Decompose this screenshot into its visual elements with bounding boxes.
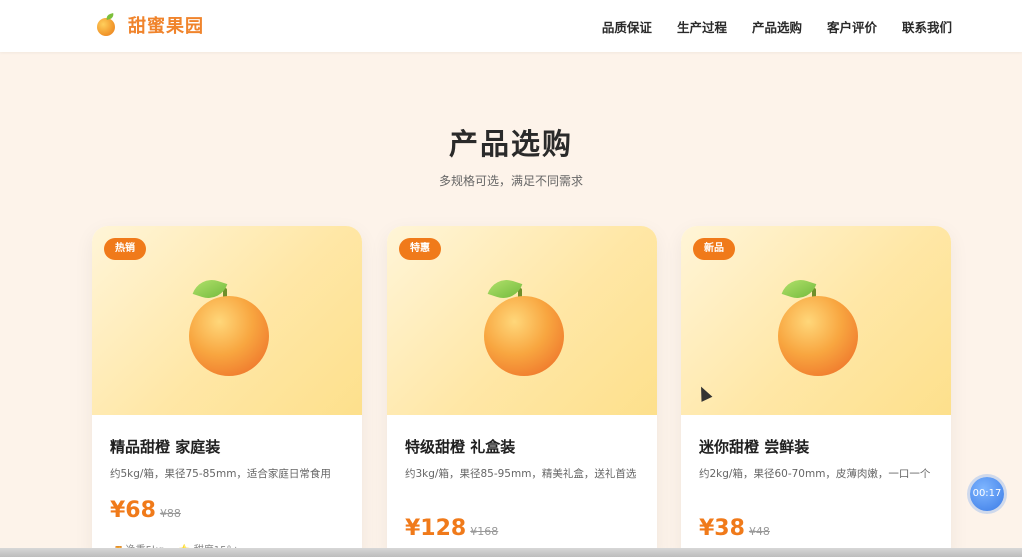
orange-icon <box>96 13 118 36</box>
orange-fruit-icon <box>187 274 271 378</box>
product-name: 迷你甜橙 尝鲜装 <box>699 438 810 456</box>
product-price-row: ¥38 ¥48 <box>699 516 770 541</box>
product-old-price: ¥48 <box>748 525 770 538</box>
product-description: 约5kg/箱，果径75-85mm，适合家庭日常食用 <box>110 468 331 480</box>
product-description: 约3kg/箱，果径85-95mm，精美礼盒，送礼首选 <box>405 468 637 480</box>
product-old-price: ¥168 <box>470 525 499 538</box>
brand-name: 甜蜜果园 <box>128 16 204 37</box>
nav-link-process[interactable]: 生产过程 <box>677 17 727 36</box>
orange-fruit-icon <box>776 274 860 378</box>
product-card-mini[interactable]: 新品 迷你甜橙 尝鲜装 约2kg/箱，果径60-70mm，皮薄肉嫩，一口一个 ¥… <box>681 226 951 557</box>
timer-bubble[interactable]: 00:17 <box>970 477 1004 511</box>
product-description: 约2kg/箱，果径60-70mm，皮薄肉嫩，一口一个 <box>699 468 931 480</box>
window-bottom-scrollbar[interactable] <box>0 548 1022 557</box>
section-title: 产品选购 <box>448 127 573 161</box>
product-image: 特惠 <box>387 226 657 415</box>
nav-link-shop[interactable]: 产品选购 <box>752 17 802 36</box>
product-image: 热销 <box>92 226 362 415</box>
product-card-gift[interactable]: 特惠 特级甜橙 礼盒装 约3kg/箱，果径85-95mm，精美礼盒，送礼首选 ¥… <box>387 226 657 557</box>
product-price: ¥128 <box>405 516 467 541</box>
product-image: 新品 <box>681 226 951 415</box>
nav-link-contact[interactable]: 联系我们 <box>902 17 952 36</box>
section-subtitle: 多规格可选，满足不同需求 <box>438 174 583 188</box>
brand[interactable]: 甜蜜果园 <box>96 10 204 40</box>
product-name: 精品甜橙 家庭装 <box>110 438 221 456</box>
orange-fruit-icon <box>482 274 566 378</box>
product-old-price: ¥88 <box>159 507 181 520</box>
product-badge: 热销 <box>104 238 146 260</box>
product-badge: 新品 <box>693 238 735 260</box>
product-price-row: ¥68 ¥88 <box>110 498 181 523</box>
nav-link-reviews[interactable]: 客户评价 <box>827 17 877 36</box>
nav-link-quality[interactable]: 品质保证 <box>602 17 652 36</box>
nav-links: 品质保证 生产过程 产品选购 客户评价 联系我们 <box>602 0 952 52</box>
top-navbar: 甜蜜果园 品质保证 生产过程 产品选购 客户评价 联系我们 <box>0 0 1022 52</box>
product-price: ¥38 <box>699 516 745 541</box>
product-price: ¥68 <box>110 498 156 523</box>
product-name: 特级甜橙 礼盒装 <box>405 438 516 456</box>
product-card-family[interactable]: 热销 精品甜橙 家庭装 约5kg/箱，果径75-85mm，适合家庭日常食用 ¥6… <box>92 226 362 557</box>
product-price-row: ¥128 ¥168 <box>405 516 498 541</box>
product-badge: 特惠 <box>399 238 441 260</box>
